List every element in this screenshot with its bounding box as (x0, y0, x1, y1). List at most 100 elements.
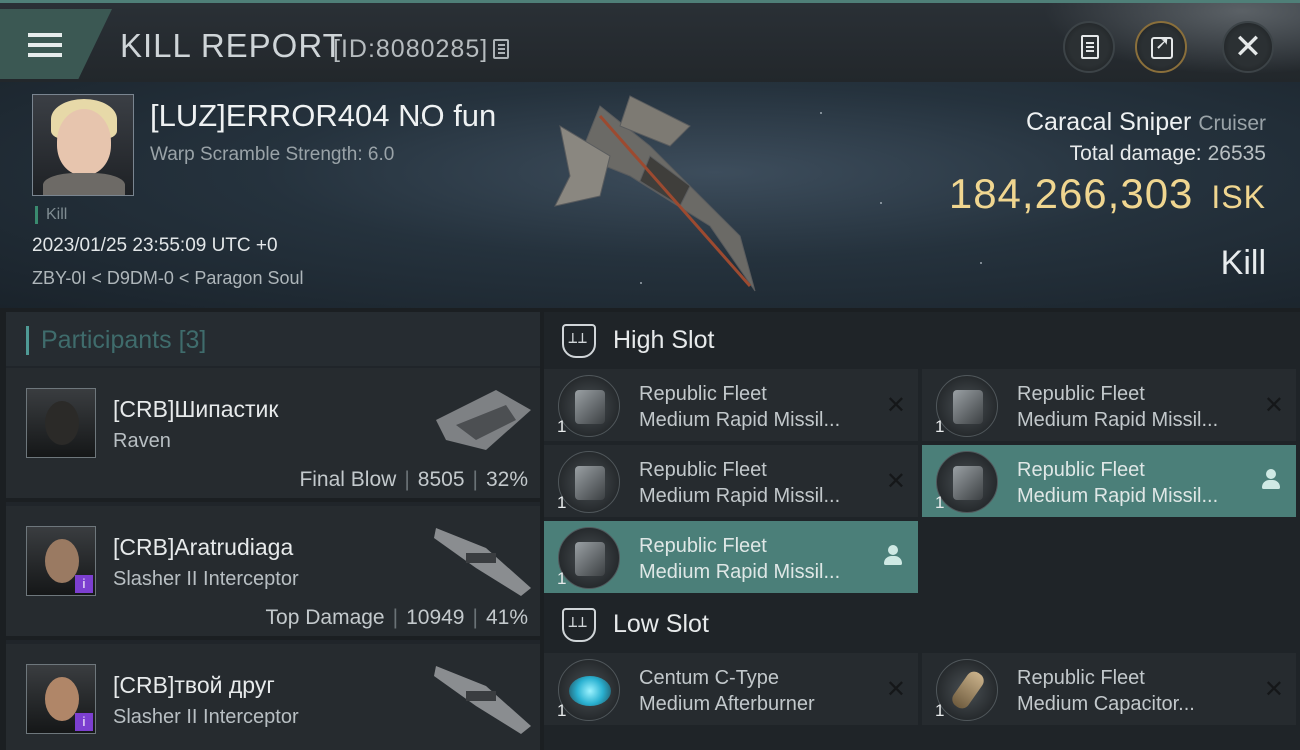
low-slot-header: Low Slot (544, 596, 1300, 652)
destroyed-icon: ✕ (1263, 675, 1284, 703)
module-item[interactable]: 1 Republic Fleet Medium Rapid Missil... ✕ (544, 445, 918, 517)
victim-ship[interactable]: Caracal Sniper Cruiser (1026, 108, 1266, 137)
module-quantity: 1 (935, 417, 945, 436)
participant-portrait[interactable]: i (26, 526, 96, 596)
module-item[interactable]: 1 Republic Fleet Medium Rapid Missil... ✕ (922, 369, 1296, 441)
participant-name: [CRB]Шипастик (113, 396, 279, 422)
module-quantity: 1 (557, 493, 567, 512)
participant-percent: 41% (485, 606, 528, 629)
document-icon (1081, 35, 1099, 59)
module-quantity: 1 (557, 417, 567, 436)
module-item[interactable]: 1 Republic Fleet Medium Capacitor... ✕ (922, 653, 1296, 725)
participant-ship: Slasher II Interceptor (113, 706, 299, 728)
participant-ship-image (434, 666, 531, 734)
total-damage: Total damage: 26535 (1070, 142, 1266, 166)
participant-stat-label: Final Blow (299, 468, 397, 491)
module-name: Republic Fleet Medium Rapid Missil... (639, 459, 841, 507)
copy-icon[interactable] (493, 39, 509, 59)
participant-ship: Raven (113, 430, 171, 452)
module-item[interactable]: 1 Republic Fleet Medium Rapid Missil... ✕ (544, 369, 918, 441)
participant-row[interactable]: i [CRB]Aratrudiaga Slasher II Intercepto… (6, 506, 540, 640)
isk-unit: ISK (1211, 179, 1266, 215)
participant-name: [CRB]твой друг (113, 672, 275, 698)
high-slot-header: High Slot (544, 312, 1300, 368)
missile-launcher-icon (936, 375, 998, 437)
high-slot-title: High Slot (613, 326, 715, 354)
close-button[interactable]: ✕ (1222, 21, 1274, 73)
victim-ship-image[interactable] (540, 86, 780, 298)
menu-button[interactable] (0, 9, 112, 79)
report-id: [ID:8080285] (333, 35, 489, 63)
module-name: Centum C-Type Medium Afterburner (639, 667, 815, 715)
participant-stat-label: Top Damage (265, 606, 385, 629)
participant-row[interactable]: [CRB]Шипастик Raven Final Blow | 8505 | 32% (6, 368, 540, 502)
ship-class: Cruiser (1198, 112, 1266, 135)
close-icon: ✕ (1233, 27, 1263, 67)
module-name: Republic Fleet Medium Rapid Missil... (639, 535, 841, 583)
kill-tag: Kill (35, 206, 67, 224)
total-damage-value: 26535 (1207, 142, 1266, 165)
capacitor-icon (936, 659, 998, 721)
report-document-button[interactable] (1063, 21, 1115, 73)
participants-header: Participants [3] (6, 312, 540, 366)
participant-stats: Top Damage | 10949 | 41% (265, 606, 528, 629)
participants-title: Participants [3] (26, 326, 206, 355)
destroyed-icon: ✕ (885, 675, 906, 703)
participants-count: [3] (178, 326, 207, 354)
share-button[interactable] (1135, 21, 1187, 73)
fitting-panel: High Slot 1 Republic FleetMedium Rapid M… (544, 312, 1300, 750)
low-slot-title: Low Slot (613, 610, 709, 638)
victim-name[interactable]: [LUZ]ERROR404 NO fun (150, 98, 496, 134)
participant-stats: Final Blow | 8505 | 32% (299, 468, 528, 491)
participant-portrait[interactable] (26, 388, 96, 458)
module-item[interactable]: 1 Republic Fleet Medium Rapid Missil... (544, 521, 918, 593)
destroyed-icon: ✕ (885, 467, 906, 495)
missile-launcher-icon (558, 527, 620, 589)
victim-summary: [LUZ]ERROR404 NO fun Warp Scramble Stren… (0, 82, 1300, 308)
participant-name: [CRB]Aratrudiaga (113, 534, 294, 560)
participant-percent: 32% (485, 468, 528, 491)
participant-ship-image (434, 528, 531, 596)
missile-launcher-icon (936, 451, 998, 513)
module-quantity: 1 (935, 493, 945, 512)
total-damage-label: Total damage: (1069, 142, 1202, 165)
isk-amount: 184,266,303 (948, 170, 1194, 217)
destroyed-icon: ✕ (885, 391, 906, 419)
module-quantity: 1 (557, 701, 567, 720)
dropped-person-icon (1262, 469, 1280, 491)
low-slot-icon (562, 608, 596, 642)
module-name: Republic Fleet Medium Rapid Missil... (1017, 459, 1219, 507)
module-name: Republic Fleet Medium Rapid Missil... (1017, 383, 1219, 431)
kill-location[interactable]: ZBY-0I < D9DM-0 < Paragon Soul (32, 268, 303, 289)
module-quantity: 1 (557, 569, 567, 588)
afterburner-icon (558, 659, 620, 721)
hamburger-menu-icon (28, 33, 62, 61)
destroyed-icon: ✕ (1263, 391, 1284, 419)
share-icon (1151, 33, 1173, 59)
kill-datetime: 2023/01/25 23:55:09 UTC +0 (32, 235, 278, 256)
module-quantity: 1 (935, 701, 945, 720)
participants-title-text: Participants (41, 326, 172, 354)
participant-ship: Slasher II Interceptor (113, 568, 299, 590)
module-item[interactable]: 1 Centum C-Type Medium Afterburner ✕ (544, 653, 918, 725)
module-item[interactable]: 1 Republic Fleet Medium Rapid Missil... (922, 445, 1296, 517)
missile-launcher-icon (558, 451, 620, 513)
module-name: Republic Fleet Medium Capacitor... (1017, 667, 1195, 715)
page-title: KILL REPORT (120, 27, 344, 64)
ship-name: Caracal Sniper (1026, 108, 1192, 136)
participant-row[interactable]: i [CRB]твой друг Slasher II Interceptor (6, 644, 540, 750)
participant-damage: 10949 (406, 606, 465, 629)
missile-launcher-icon (558, 375, 620, 437)
victim-portrait[interactable] (32, 94, 134, 196)
participant-portrait[interactable]: i (26, 664, 96, 734)
high-slot-icon (562, 324, 596, 358)
info-badge-icon: i (75, 713, 93, 731)
isk-value: 184,266,303 ISK (949, 170, 1266, 218)
dropped-person-icon (884, 545, 902, 567)
info-badge-icon: i (75, 575, 93, 593)
warp-scramble-strength: Warp Scramble Strength: 6.0 (150, 144, 395, 165)
participant-damage: 8505 (417, 468, 465, 491)
kill-report-header: KILL REPORT [ID:8080285] ✕ (0, 0, 1300, 85)
module-name: Republic Fleet Medium Rapid Missil... (639, 383, 841, 431)
participants-panel: Participants [3] [CRB]Шипастик Raven Fin… (6, 312, 540, 750)
